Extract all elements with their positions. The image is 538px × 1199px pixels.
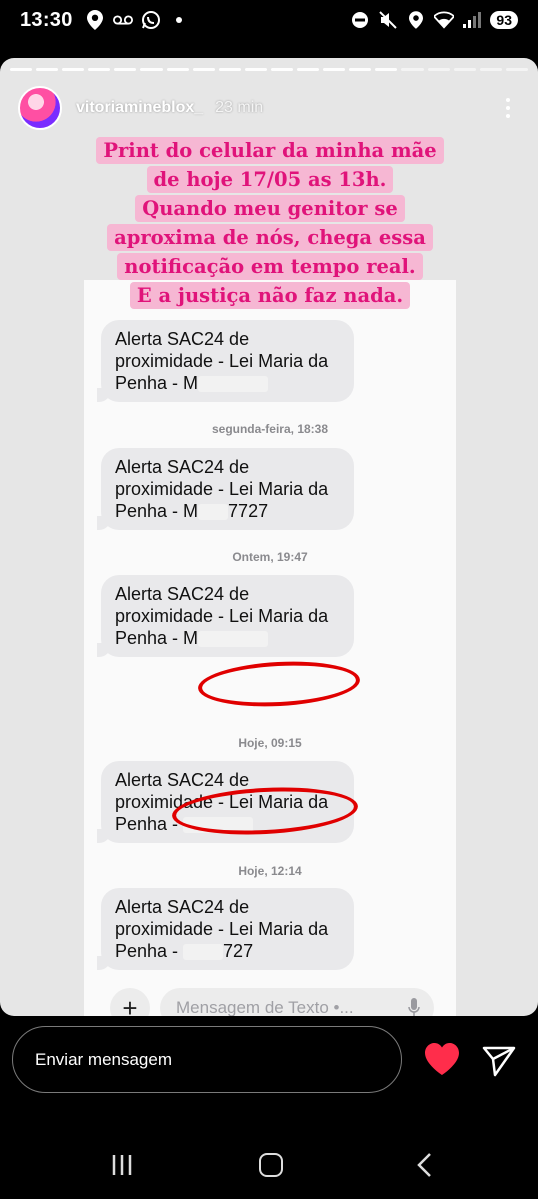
send-icon[interactable] [481,1042,517,1078]
microphone-icon[interactable] [408,998,420,1016]
location-icon [85,10,105,30]
status-bar: 13:30 93 [0,0,538,40]
sms-bubble: Alerta SAC24 de proximidade - Lei Maria … [97,888,354,970]
back-icon[interactable] [414,1152,434,1178]
system-nav-bar [0,1130,538,1199]
story-card[interactable]: vitoriamineblox_ 23 min Alerta SAC24 de … [0,58,538,1016]
story-time-ago: 23 min [215,99,264,116]
home-icon[interactable] [259,1153,283,1177]
sms-compose: + Mensagem de Texto •... [110,988,434,1016]
sms-timestamp: segunda-feira, 18:38 [211,422,329,436]
sms-timestamp: Ontem, 19:47 [232,550,308,564]
avatar[interactable] [18,86,62,130]
mute-icon [378,10,398,30]
dot-icon [169,10,189,30]
location-icon [406,10,426,30]
sms-bubble: Alerta SAC24 de proximidade - Lei Maria … [97,575,354,657]
wifi-icon [434,10,455,30]
sms-bubble: Alerta SAC24 de proximidade - Lei Maria … [97,448,354,530]
more-options-icon[interactable] [496,96,520,120]
battery-level: 93 [490,11,518,29]
redaction [183,944,224,961]
redaction [198,376,269,393]
sms-line: Penha - M [115,372,340,394]
dnd-icon [350,10,370,30]
recent-apps-icon[interactable] [110,1154,134,1176]
redaction [198,504,229,521]
reply-input[interactable]: Enviar mensagem [12,1026,402,1093]
sms-bubble: Alerta SAC24 de proximidade - Lei Maria … [97,320,354,402]
whatsapp-icon [141,10,161,30]
sms-timestamp: Hoje, 09:15 [238,736,302,750]
story-caption: Print do celular da minha mãe de hoje 17… [80,136,460,310]
heart-icon[interactable] [424,1042,460,1076]
signal-icon [462,10,482,30]
redaction [198,631,269,648]
story-header: vitoriamineblox_ 23 min [18,86,520,130]
voicemail-icon [112,10,133,30]
add-attachment-button[interactable]: + [110,988,150,1016]
sms-line: proximidade - Lei Maria da [115,351,329,371]
story-progress [10,68,528,71]
story-username[interactable]: vitoriamineblox_ [76,99,203,117]
reply-placeholder: Enviar mensagem [35,1049,173,1069]
sms-line: Alerta SAC24 de [115,329,250,349]
sms-message-input[interactable]: Mensagem de Texto •... [160,988,434,1016]
sms-screenshot: Alerta SAC24 de proximidade - Lei Maria … [84,280,456,1016]
status-time: 13:30 [20,8,73,31]
sms-timestamp: Hoje, 12:14 [238,864,302,878]
